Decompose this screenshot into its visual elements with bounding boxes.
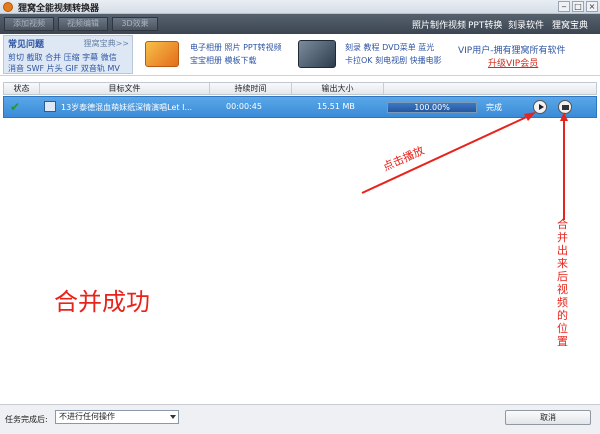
merge-success-annotation: 合并成功 <box>54 288 150 316</box>
annotation-arrows <box>361 112 568 220</box>
after-task-label: 任务完成后: <box>5 415 48 424</box>
after-task-value: 不进行任何操作 <box>59 412 115 421</box>
folder-arrow-head <box>560 112 568 121</box>
cancel-button[interactable]: 取消 <box>505 410 591 425</box>
bottom-bar: 任务完成后: 不进行任何操作 取消 <box>0 404 600 434</box>
after-task-select[interactable]: 不进行任何操作 <box>55 410 179 424</box>
video-location-annotation: 合并出来后视频的位置 <box>557 218 568 348</box>
play-arrow-line <box>361 113 534 194</box>
chevron-down-icon <box>170 415 176 419</box>
play-arrow-head <box>524 112 536 121</box>
